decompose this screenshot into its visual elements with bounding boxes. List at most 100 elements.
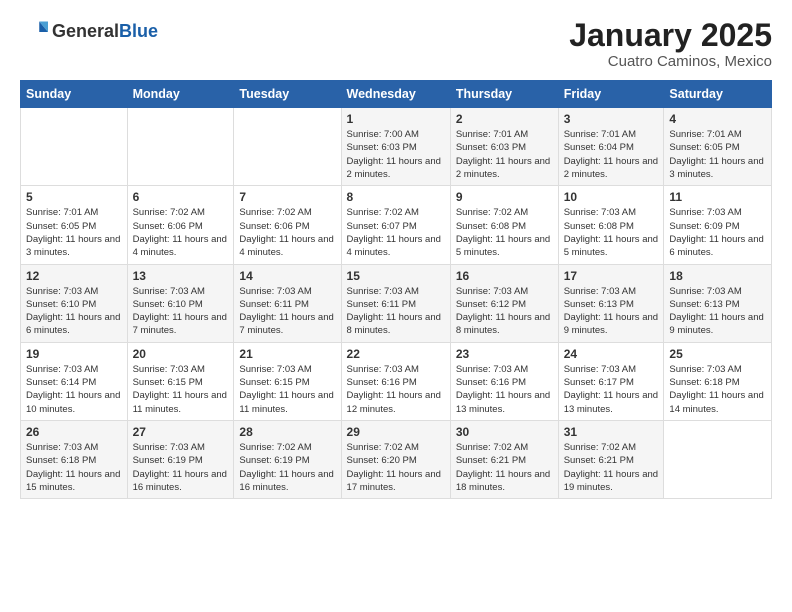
calendar-cell: 23 Sunrise: 7:03 AM Sunset: 6:16 PM Dayli…	[450, 342, 558, 420]
day-info: Sunrise: 7:03 AM Sunset: 6:13 PM Dayligh…	[669, 285, 766, 338]
day-info: Sunrise: 7:01 AM Sunset: 6:05 PM Dayligh…	[669, 128, 766, 181]
day-number: 17	[564, 269, 659, 283]
header-saturday: Saturday	[664, 81, 772, 108]
calendar-cell: 5Sunrise: 7:01 AM Sunset: 6:05 PM Daylig…	[21, 186, 128, 264]
calendar-week-3: 12 Sunrise: 7:03 AM Sunset: 6:10 PM Dayli…	[21, 264, 772, 342]
header: GeneralBlue January 2025 Cuatro Caminos,…	[20, 18, 772, 70]
calendar-cell: 31 Sunrise: 7:02 AM Sunset: 6:21 PM Dayli…	[558, 420, 664, 498]
day-info: Sunrise: 7:03 AM Sunset: 6:12 PM Dayligh…	[456, 285, 553, 338]
header-monday: Monday	[127, 81, 234, 108]
calendar-cell: 3Sunrise: 7:01 AM Sunset: 6:04 PM Daylig…	[558, 108, 664, 186]
header-thursday: Thursday	[450, 81, 558, 108]
day-number: 20	[133, 347, 229, 361]
day-info: Sunrise: 7:03 AM Sunset: 6:14 PM Dayligh…	[26, 363, 122, 416]
day-info: Sunrise: 7:03 AM Sunset: 6:10 PM Dayligh…	[26, 285, 122, 338]
day-number: 7	[239, 190, 335, 204]
calendar-cell	[234, 108, 341, 186]
day-number: 2	[456, 112, 553, 126]
day-number: 16	[456, 269, 553, 283]
calendar-cell: 7 Sunrise: 7:02 AM Sunset: 6:06 PM Daylig…	[234, 186, 341, 264]
day-number: 11	[669, 190, 766, 204]
header-wednesday: Wednesday	[341, 81, 450, 108]
calendar-cell: 15 Sunrise: 7:03 AM Sunset: 6:11 PM Dayli…	[341, 264, 450, 342]
calendar-cell: 6Sunrise: 7:02 AM Sunset: 6:06 PM Daylig…	[127, 186, 234, 264]
calendar-cell: 28Sunrise: 7:02 AM Sunset: 6:19 PM Dayli…	[234, 420, 341, 498]
calendar-cell: 10 Sunrise: 7:03 AM Sunset: 6:08 PM Dayli…	[558, 186, 664, 264]
logo-blue: Blue	[119, 21, 158, 41]
calendar-week-2: 5Sunrise: 7:01 AM Sunset: 6:05 PM Daylig…	[21, 186, 772, 264]
day-number: 26	[26, 425, 122, 439]
day-info: Sunrise: 7:03 AM Sunset: 6:08 PM Dayligh…	[564, 206, 659, 259]
day-number: 5	[26, 190, 122, 204]
calendar-cell: 1 Sunrise: 7:00 AM Sunset: 6:03 PM Daylig…	[341, 108, 450, 186]
day-info: Sunrise: 7:01 AM Sunset: 6:03 PM Dayligh…	[456, 128, 553, 181]
day-info: Sunrise: 7:03 AM Sunset: 6:19 PM Dayligh…	[133, 441, 229, 494]
weekday-header-row: Sunday Monday Tuesday Wednesday Thursday…	[21, 81, 772, 108]
calendar-cell: 24 Sunrise: 7:03 AM Sunset: 6:17 PM Dayli…	[558, 342, 664, 420]
calendar-cell: 19 Sunrise: 7:03 AM Sunset: 6:14 PM Dayli…	[21, 342, 128, 420]
logo-icon	[20, 18, 48, 46]
calendar-cell: 20 Sunrise: 7:03 AM Sunset: 6:15 PM Dayli…	[127, 342, 234, 420]
day-number: 30	[456, 425, 553, 439]
calendar-cell: 26Sunrise: 7:03 AM Sunset: 6:18 PM Dayli…	[21, 420, 128, 498]
calendar-week-5: 26Sunrise: 7:03 AM Sunset: 6:18 PM Dayli…	[21, 420, 772, 498]
calendar-cell: 30Sunrise: 7:02 AM Sunset: 6:21 PM Dayli…	[450, 420, 558, 498]
day-number: 23	[456, 347, 553, 361]
logo-text: GeneralBlue	[52, 22, 158, 42]
day-info: Sunrise: 7:03 AM Sunset: 6:16 PM Dayligh…	[456, 363, 553, 416]
calendar-cell	[664, 420, 772, 498]
day-number: 12	[26, 269, 122, 283]
header-sunday: Sunday	[21, 81, 128, 108]
calendar-cell: 8Sunrise: 7:02 AM Sunset: 6:07 PM Daylig…	[341, 186, 450, 264]
calendar-cell: 29Sunrise: 7:02 AM Sunset: 6:20 PM Dayli…	[341, 420, 450, 498]
day-info: Sunrise: 7:03 AM Sunset: 6:15 PM Dayligh…	[133, 363, 229, 416]
day-info: Sunrise: 7:03 AM Sunset: 6:11 PM Dayligh…	[347, 285, 445, 338]
calendar-cell: 13 Sunrise: 7:03 AM Sunset: 6:10 PM Dayli…	[127, 264, 234, 342]
calendar-cell: 17Sunrise: 7:03 AM Sunset: 6:13 PM Dayli…	[558, 264, 664, 342]
calendar-cell: 18 Sunrise: 7:03 AM Sunset: 6:13 PM Dayli…	[664, 264, 772, 342]
header-friday: Friday	[558, 81, 664, 108]
day-info: Sunrise: 7:03 AM Sunset: 6:15 PM Dayligh…	[239, 363, 335, 416]
day-number: 3	[564, 112, 659, 126]
day-number: 4	[669, 112, 766, 126]
day-number: 15	[347, 269, 445, 283]
day-number: 13	[133, 269, 229, 283]
day-info: Sunrise: 7:03 AM Sunset: 6:09 PM Dayligh…	[669, 206, 766, 259]
calendar-week-1: 1 Sunrise: 7:00 AM Sunset: 6:03 PM Daylig…	[21, 108, 772, 186]
calendar-cell: 16 Sunrise: 7:03 AM Sunset: 6:12 PM Dayli…	[450, 264, 558, 342]
day-number: 21	[239, 347, 335, 361]
day-number: 1	[347, 112, 445, 126]
day-info: Sunrise: 7:02 AM Sunset: 6:08 PM Dayligh…	[456, 206, 553, 259]
day-info: Sunrise: 7:02 AM Sunset: 6:06 PM Dayligh…	[239, 206, 335, 259]
day-info: Sunrise: 7:02 AM Sunset: 6:19 PM Dayligh…	[239, 441, 335, 494]
calendar-cell: 9Sunrise: 7:02 AM Sunset: 6:08 PM Daylig…	[450, 186, 558, 264]
title-area: January 2025 Cuatro Caminos, Mexico	[569, 18, 772, 70]
day-number: 10	[564, 190, 659, 204]
day-number: 6	[133, 190, 229, 204]
calendar-cell: 27 Sunrise: 7:03 AM Sunset: 6:19 PM Dayli…	[127, 420, 234, 498]
day-number: 27	[133, 425, 229, 439]
day-info: Sunrise: 7:03 AM Sunset: 6:17 PM Dayligh…	[564, 363, 659, 416]
day-info: Sunrise: 7:03 AM Sunset: 6:10 PM Dayligh…	[133, 285, 229, 338]
day-info: Sunrise: 7:03 AM Sunset: 6:11 PM Dayligh…	[239, 285, 335, 338]
day-number: 24	[564, 347, 659, 361]
logo-area: GeneralBlue	[20, 18, 158, 46]
day-number: 19	[26, 347, 122, 361]
day-number: 22	[347, 347, 445, 361]
calendar-cell: 2 Sunrise: 7:01 AM Sunset: 6:03 PM Daylig…	[450, 108, 558, 186]
logo-general: General	[52, 21, 119, 41]
header-tuesday: Tuesday	[234, 81, 341, 108]
calendar-cell: 11 Sunrise: 7:03 AM Sunset: 6:09 PM Dayli…	[664, 186, 772, 264]
day-info: Sunrise: 7:00 AM Sunset: 6:03 PM Dayligh…	[347, 128, 445, 181]
day-number: 25	[669, 347, 766, 361]
calendar-cell	[127, 108, 234, 186]
day-number: 18	[669, 269, 766, 283]
calendar-cell: 22 Sunrise: 7:03 AM Sunset: 6:16 PM Dayli…	[341, 342, 450, 420]
day-number: 31	[564, 425, 659, 439]
page: GeneralBlue January 2025 Cuatro Caminos,…	[0, 0, 792, 612]
day-number: 14	[239, 269, 335, 283]
day-info: Sunrise: 7:03 AM Sunset: 6:16 PM Dayligh…	[347, 363, 445, 416]
day-number: 8	[347, 190, 445, 204]
day-info: Sunrise: 7:02 AM Sunset: 6:21 PM Dayligh…	[564, 441, 659, 494]
day-number: 29	[347, 425, 445, 439]
